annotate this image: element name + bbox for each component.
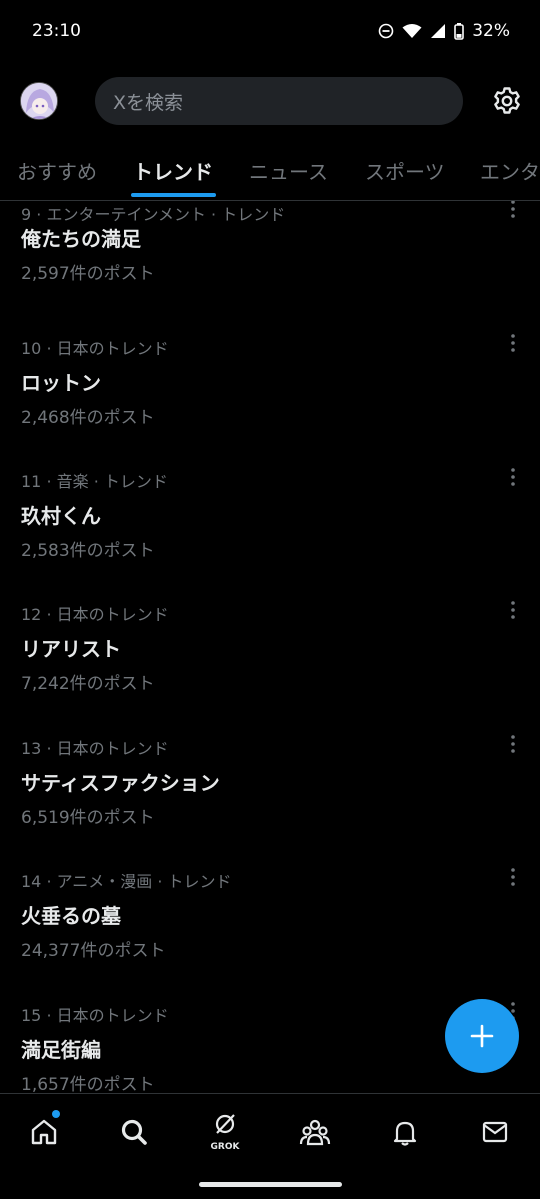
trend-item[interactable]: 12 · 日本のトレンド リアリスト 7,242件のポスト <box>0 592 540 726</box>
more-options-icon[interactable] <box>505 333 521 353</box>
status-time: 23:10 <box>32 21 81 41</box>
trend-item[interactable]: 9 · エンターテインメント · トレンド 俺たちの満足 2,597件のポスト <box>0 201 540 325</box>
wifi-icon <box>402 24 422 38</box>
trend-item[interactable]: 10 · 日本のトレンド ロットン 2,468件のポスト <box>0 325 540 459</box>
tab-news[interactable]: ニュース <box>249 156 328 185</box>
trend-name: 玖村くん <box>21 504 101 528</box>
top-header: Xを検索 <box>0 74 540 128</box>
more-options-icon[interactable] <box>505 734 521 754</box>
grok-label: GROK <box>210 1142 240 1152</box>
nav-communities[interactable] <box>295 1112 335 1152</box>
trend-meta: 9 · エンターテインメント · トレンド <box>21 205 286 224</box>
trend-meta: 15 · 日本のトレンド <box>21 1006 169 1025</box>
tab-recommended[interactable]: おすすめ <box>17 156 97 185</box>
trend-name: リアリスト <box>21 637 121 661</box>
battery-icon <box>454 22 465 40</box>
trend-name: ロットン <box>21 371 101 395</box>
trend-meta: 13 · 日本のトレンド <box>21 739 169 758</box>
trend-post-count: 24,377件のポスト <box>21 941 166 961</box>
trend-item[interactable]: 13 · 日本のトレンド サティスファクション 6,519件のポスト <box>0 726 540 860</box>
trend-item[interactable]: 11 · 音楽 · トレンド 玖村くん 2,583件のポスト <box>0 459 540 593</box>
trend-name: サティスファクション <box>21 771 220 795</box>
trend-post-count: 2,597件のポスト <box>21 264 155 284</box>
search-input[interactable]: Xを検索 <box>95 77 463 125</box>
more-options-icon[interactable] <box>505 201 521 219</box>
trend-post-count: 2,468件のポスト <box>21 408 155 428</box>
avatar-image-icon <box>21 83 57 119</box>
grok-icon <box>215 1114 235 1134</box>
do-not-disturb-icon <box>378 23 394 39</box>
cell-signal-icon <box>431 24 446 38</box>
more-options-icon[interactable] <box>505 867 521 887</box>
battery-percent: 32% <box>472 21 510 41</box>
trend-post-count: 7,242件のポスト <box>21 674 155 694</box>
tab-trending[interactable]: トレンド <box>133 156 213 185</box>
search-icon <box>121 1119 147 1145</box>
trend-name: 満足街編 <box>21 1038 101 1062</box>
explore-tabs: おすすめ トレンド ニュース スポーツ エンタ <box>0 140 540 201</box>
trend-post-count: 1,657件のポスト <box>21 1075 155 1093</box>
active-tab-indicator <box>131 193 216 197</box>
more-options-icon[interactable] <box>505 600 521 620</box>
trend-name: 火垂るの墓 <box>21 904 121 928</box>
compose-post-button[interactable] <box>445 999 519 1073</box>
bell-icon <box>393 1121 417 1146</box>
trend-item[interactable]: 14 · アニメ・漫画 · トレンド 火垂るの墓 24,377件のポスト <box>0 859 540 993</box>
trend-meta: 12 · 日本のトレンド <box>21 605 169 624</box>
plus-icon <box>470 1024 494 1048</box>
trend-meta: 10 · 日本のトレンド <box>21 339 169 358</box>
search-placeholder: Xを検索 <box>113 91 184 114</box>
status-icons: 32% <box>378 21 510 41</box>
gear-icon <box>494 87 520 114</box>
nav-search[interactable] <box>114 1112 154 1152</box>
communities-icon <box>299 1119 331 1146</box>
trend-meta: 14 · アニメ・漫画 · トレンド <box>21 872 232 891</box>
envelope-icon <box>482 1121 508 1143</box>
nav-messages[interactable] <box>475 1112 515 1152</box>
trend-name: 俺たちの満足 <box>21 227 141 251</box>
gesture-home-indicator[interactable] <box>199 1182 342 1187</box>
status-bar: 23:10 32% <box>0 0 540 62</box>
avatar[interactable] <box>20 82 58 120</box>
nav-grok[interactable]: GROK <box>205 1112 245 1152</box>
tab-sports[interactable]: スポーツ <box>365 156 445 185</box>
nav-notifications[interactable] <box>385 1112 425 1152</box>
notification-dot <box>52 1110 60 1118</box>
bottom-navigation: GROK <box>0 1093 540 1199</box>
trend-post-count: 6,519件のポスト <box>21 808 155 828</box>
trend-post-count: 2,583件のポスト <box>21 541 155 561</box>
trend-list: 9 · エンターテインメント · トレンド 俺たちの満足 2,597件のポスト … <box>0 201 540 1093</box>
settings-button[interactable] <box>491 85 523 117</box>
trend-meta: 11 · 音楽 · トレンド <box>21 472 168 491</box>
nav-home[interactable] <box>24 1110 64 1152</box>
tab-entertainment[interactable]: エンタ <box>480 156 540 185</box>
home-icon <box>31 1119 57 1145</box>
more-options-icon[interactable] <box>505 467 521 487</box>
